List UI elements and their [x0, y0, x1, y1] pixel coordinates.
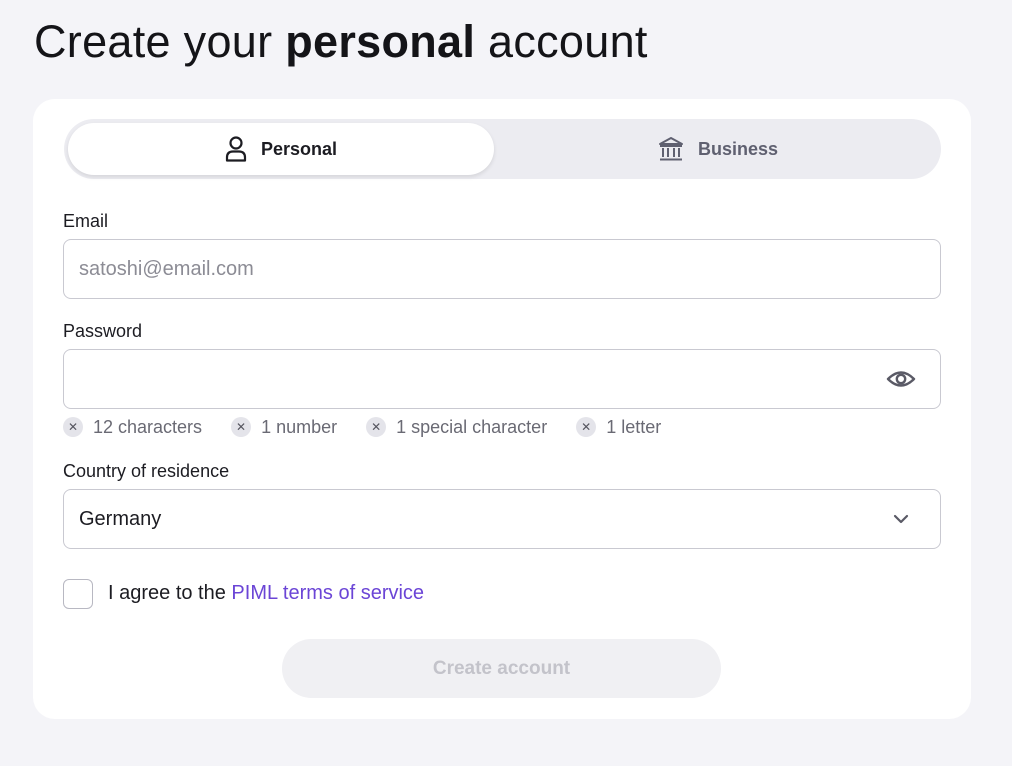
requirement-unmet-icon: ✕: [63, 417, 83, 437]
account-type-switch: Personal Business: [64, 119, 941, 179]
eye-icon[interactable]: [886, 366, 916, 392]
tab-business-label: Business: [697, 138, 779, 159]
country-select-value: Germany: [79, 508, 162, 530]
page-title: Create your personal account: [34, 16, 648, 68]
requirement-unmet-icon: ✕: [231, 417, 252, 437]
requirement-unmet-icon: ✕: [366, 417, 387, 437]
requirement-item: ✕ 12 characters: [63, 417, 202, 438]
requirement-text: 1 letter: [606, 416, 662, 437]
requirement-item: ✕ 1 special character: [366, 417, 547, 438]
country-select[interactable]: Germany: [63, 489, 941, 549]
password-label: Password: [63, 321, 143, 341]
signup-card: Personal Business Email Password: [33, 99, 971, 719]
tab-personal-label: Personal: [260, 138, 338, 159]
country-label: Country of residence: [63, 461, 230, 481]
email-field-box: [63, 239, 941, 299]
page-title-prefix: Create your: [34, 16, 286, 67]
user-icon: [225, 136, 247, 162]
password-field[interactable]: [79, 350, 859, 408]
page-title-bold: personal: [285, 16, 476, 67]
create-account-button[interactable]: Create account: [282, 639, 721, 698]
password-field-box: [63, 349, 941, 409]
terms-label: I agree to the PIML terms of service: [108, 582, 424, 605]
terms-checkbox[interactable]: [63, 579, 93, 609]
password-requirements: ✕ 12 characters ✕ 1 number ✕ 1 special c…: [63, 416, 690, 438]
terms-link[interactable]: PIML terms of service: [231, 582, 424, 604]
email-field[interactable]: [79, 240, 859, 298]
requirement-text: 12 characters: [93, 416, 203, 437]
requirement-item: ✕ 1 letter: [576, 417, 661, 438]
requirement-text: 1 special character: [396, 416, 548, 437]
bank-icon: [658, 137, 683, 161]
chevron-down-icon: [893, 514, 909, 524]
tab-business[interactable]: Business: [498, 123, 938, 175]
tab-personal[interactable]: Personal: [68, 123, 494, 175]
email-label: Email: [63, 211, 109, 231]
page-title-suffix: account: [475, 16, 648, 67]
requirement-unmet-icon: ✕: [576, 417, 597, 437]
requirement-item: ✕ 1 number: [231, 417, 337, 438]
terms-text: I agree to the: [108, 582, 232, 604]
requirement-text: 1 number: [261, 416, 338, 437]
